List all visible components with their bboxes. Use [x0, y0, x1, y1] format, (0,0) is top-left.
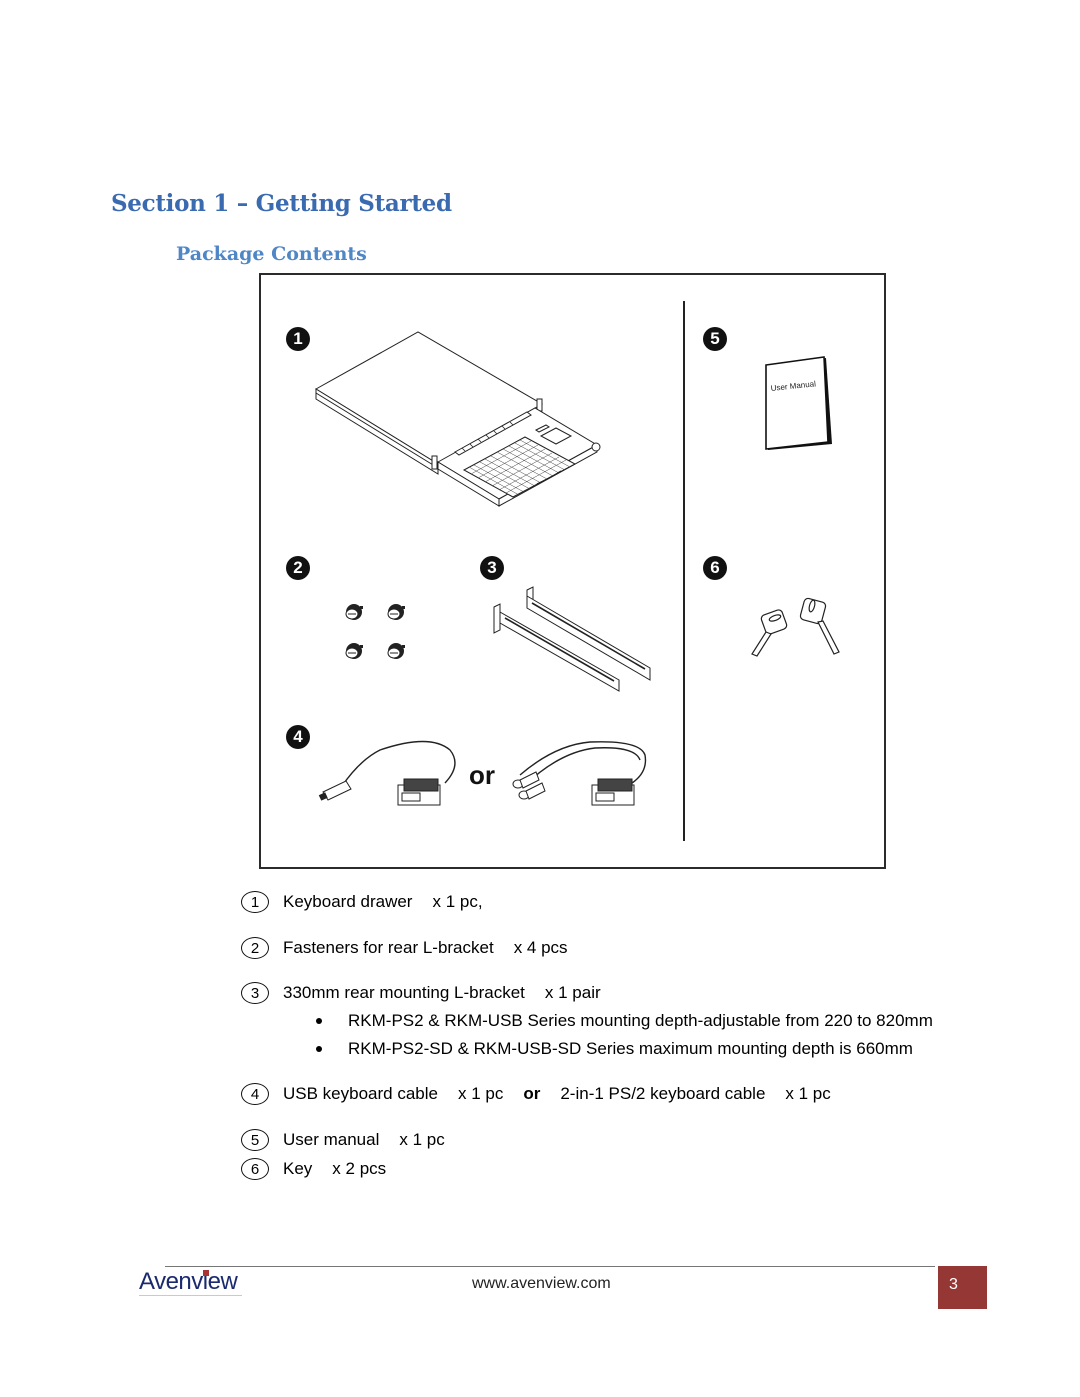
footer-divider [165, 1266, 935, 1267]
note-text: RKM-PS2-SD & RKM-USB-SD Series maximum m… [348, 1039, 913, 1058]
avenview-logo: Avenview [139, 1268, 238, 1295]
item-number-circle: 1 [241, 891, 269, 913]
item-name: USB keyboard cable [283, 1084, 438, 1103]
bullet-icon [316, 1018, 322, 1024]
list-item: 3 330mm rear mounting L-bracket x 1 pair [241, 982, 601, 1004]
item-qty: x 4 pcs [513, 938, 568, 957]
footer-url[interactable]: www.avenview.com [472, 1275, 611, 1293]
item-alt-name: 2-in-1 PS/2 keyboard cable [560, 1084, 766, 1103]
bullet-note: RKM-PS2-SD & RKM-USB-SD Series maximum m… [316, 1039, 913, 1059]
list-item: 5 User manual x 1 pc [241, 1129, 445, 1151]
list-item: 6 Key x 2 pcs [241, 1158, 386, 1180]
logo-underline [139, 1295, 242, 1296]
bullet-note: RKM-PS2 & RKM-USB Series mounting depth-… [316, 1011, 933, 1031]
usb-plug [318, 780, 352, 801]
list-item: 4 USB keyboard cable x 1 pc or 2-in-1 PS… [241, 1083, 831, 1105]
list-item: 2 Fasteners for rear L-bracket x 4 pcs [241, 937, 568, 959]
ps2-plugs [512, 771, 546, 800]
list-item: 1 Keyboard drawer x 1 pc, [241, 891, 483, 913]
logo-mark-icon [203, 1270, 209, 1276]
item-qty: x 1 pc, [432, 892, 483, 911]
cable-or-label: or [469, 760, 495, 790]
item-name: 330mm rear mounting L-bracket [283, 983, 525, 1002]
page-number: 3 [949, 1276, 958, 1293]
vga-connector [591, 778, 635, 806]
item-qty: x 1 pc [457, 1084, 504, 1103]
item-number-circle: 2 [241, 937, 269, 959]
page-number-box: 3 [938, 1266, 987, 1309]
item-name: Keyboard drawer [283, 892, 413, 911]
bullet-icon [316, 1046, 322, 1052]
item-name: Fasteners for rear L-bracket [283, 938, 494, 957]
item-alt-qty: x 1 pc [785, 1084, 831, 1103]
cables-illustration [318, 740, 647, 806]
item-qty: x 2 pcs [332, 1159, 387, 1178]
item-qty: x 1 pair [544, 983, 601, 1002]
item-name: User manual [283, 1130, 380, 1149]
item-name: Key [283, 1159, 313, 1178]
vga-connector [397, 778, 441, 806]
item-number-circle: 5 [241, 1129, 269, 1151]
item-number-circle: 3 [241, 982, 269, 1004]
note-text: RKM-PS2 & RKM-USB Series mounting depth-… [348, 1011, 933, 1030]
item-number-circle: 4 [241, 1083, 269, 1105]
item-number-circle: 6 [241, 1158, 269, 1180]
item-qty: x 1 pc [399, 1130, 445, 1149]
item-or: or [523, 1084, 541, 1103]
